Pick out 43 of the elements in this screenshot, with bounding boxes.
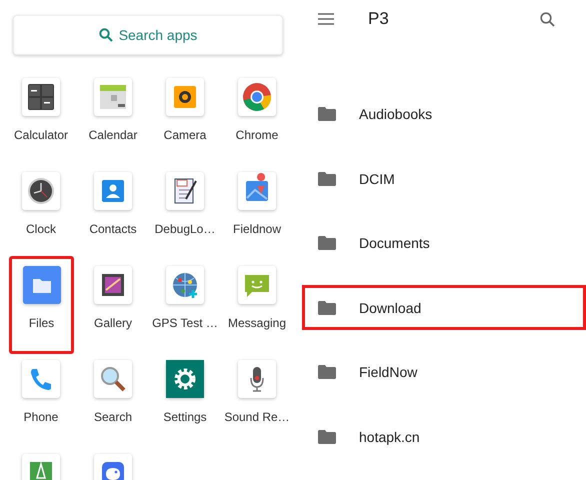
search-field[interactable]: Search apps	[13, 15, 283, 55]
app-icon[interactable]	[166, 172, 204, 210]
app-icon[interactable]	[22, 172, 60, 210]
app-label[interactable]: Files	[28, 316, 54, 330]
app-label[interactable]: DebugLo…	[154, 222, 216, 236]
folder-title: P3	[368, 9, 389, 29]
search-placeholder: Search apps	[118, 27, 198, 43]
folder-row[interactable]: FieldNow	[302, 350, 586, 395]
folder-icon	[318, 236, 336, 250]
gear-icon	[166, 360, 204, 398]
app-label[interactable]: Search	[94, 410, 132, 424]
folder-icon	[318, 172, 336, 186]
app-icon[interactable]	[238, 360, 276, 398]
folder-icon	[22, 266, 60, 304]
app-label[interactable]: Camera	[164, 128, 206, 142]
folder-row[interactable]: DCIM	[302, 156, 586, 202]
app-icon[interactable]	[94, 266, 132, 304]
app-label[interactable]: Clock	[26, 222, 56, 236]
search-icon	[98, 28, 113, 42]
folder-icon	[318, 365, 336, 380]
app-label[interactable]: Settings	[163, 410, 207, 424]
app-label[interactable]: Gallery	[94, 316, 132, 330]
app-label[interactable]: Sound Re…	[224, 410, 290, 424]
app-label[interactable]: Fieldnow	[232, 222, 282, 236]
app-label[interactable]: GPS Test …	[152, 316, 218, 330]
app-label[interactable]: Chrome	[236, 128, 278, 142]
folder-icon	[318, 107, 336, 122]
menu-icon[interactable]	[318, 13, 334, 25]
folder-row[interactable]: hotapk.cn	[302, 414, 586, 460]
folder-row[interactable]: Documents	[302, 220, 586, 266]
app-label[interactable]: Phone	[24, 410, 58, 424]
app-icon[interactable]	[94, 360, 132, 398]
app-label[interactable]: Messaging	[228, 316, 286, 330]
folder-icon	[318, 430, 336, 444]
app-label[interactable]: Calendar	[88, 128, 138, 142]
app-label[interactable]: Calculator	[14, 128, 68, 142]
app-label[interactable]: Contacts	[89, 222, 137, 236]
search-icon[interactable]	[540, 12, 555, 26]
app-icon[interactable]	[22, 78, 60, 116]
app-icon[interactable]	[166, 78, 204, 116]
folder-row[interactable]: Download	[302, 285, 586, 330]
folder-icon	[318, 300, 336, 315]
folder-row[interactable]: Audiobooks	[302, 92, 586, 137]
